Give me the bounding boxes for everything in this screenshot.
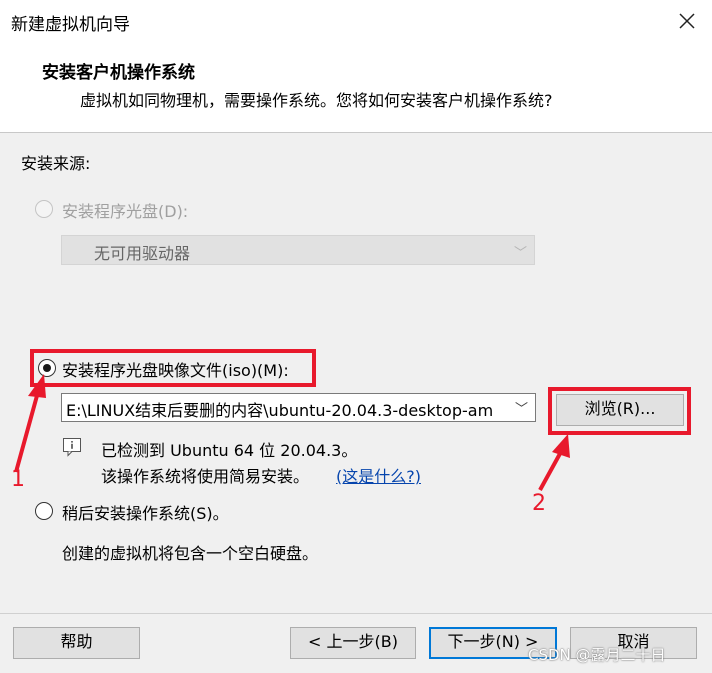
- chevron-down-icon: ﹀: [515, 402, 529, 417]
- close-button[interactable]: [672, 6, 702, 36]
- drive-select-value: 无可用驱动器: [94, 244, 191, 263]
- annotation-marker-2: 2: [532, 491, 546, 516]
- help-button[interactable]: 帮助: [13, 627, 140, 659]
- iso-path-value: E:\LINUX结束后要删的内容\ubuntu-20.04.3-desktop-…: [66, 401, 494, 420]
- easy-install-text: 该操作系统将使用简易安装。: [101, 467, 310, 486]
- page-heading: 安装客户机操作系统: [42, 63, 195, 83]
- disc-radio[interactable]: [35, 200, 53, 218]
- annotation-arrow-1: [14, 374, 46, 473]
- chevron-down-icon: ﹀: [514, 246, 528, 261]
- iso-radio-label: 安装程序光盘映像文件(iso)(M):: [62, 361, 289, 380]
- annotation-arrow-2: [538, 434, 570, 491]
- iso-path-combobox[interactable]: E:\LINUX结束后要删的内容\ubuntu-20.04.3-desktop-…: [61, 393, 536, 422]
- later-radio[interactable]: [35, 502, 53, 520]
- later-radio-label: 稍后安装操作系统(S)。: [62, 504, 229, 523]
- disc-radio-label: 安装程序光盘(D):: [62, 202, 189, 221]
- page-subheading: 虚拟机如同物理机，需要操作系统。您将如何安装客户机操作系统?: [80, 91, 553, 110]
- window-title: 新建虚拟机向导: [11, 15, 130, 35]
- later-description: 创建的虚拟机将包含一个空白硬盘。: [62, 544, 319, 563]
- install-source-label: 安装来源:: [21, 154, 91, 173]
- close-icon: [679, 13, 695, 29]
- browse-button[interactable]: 浏览(R)...: [556, 394, 684, 426]
- detected-os-text: 已检测到 Ubuntu 64 位 20.04.3。: [101, 441, 358, 460]
- footer-divider: [0, 613, 712, 614]
- what-is-this-link[interactable]: (这是什么?): [336, 463, 421, 487]
- annotation-marker-1: 1: [11, 467, 25, 492]
- watermark-text: CSDN @露月二十日: [528, 646, 666, 664]
- drive-select[interactable]: 无可用驱动器 ﹀: [61, 235, 535, 265]
- back-button[interactable]: < 上一步(B): [290, 627, 416, 659]
